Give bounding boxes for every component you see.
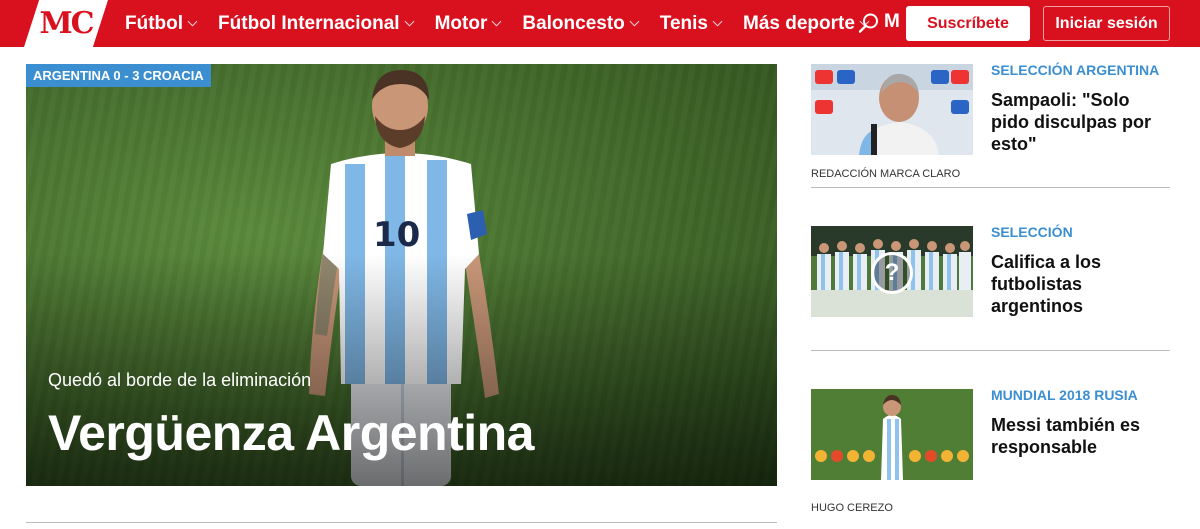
nav-item-tenis[interactable]: Tenis: [659, 12, 723, 35]
hero-category-tag[interactable]: ARGENTINA 0 - 3 CROACIA: [26, 64, 211, 87]
divider: [811, 350, 1170, 351]
sidebar-article-card[interactable]: SELECCIÓN ARGENTINA Sampaoli: "Solo pido…: [811, 62, 1171, 188]
article-kicker[interactable]: SELECCIÓN: [991, 224, 1073, 240]
chevron-down-icon: [404, 16, 415, 26]
nav-item-label: Fútbol: [125, 12, 184, 34]
divider: [811, 187, 1170, 188]
nav-item-baloncesto[interactable]: Baloncesto: [522, 12, 640, 35]
main-nav: Fútbol Fútbol Internacional Motor Balonc…: [125, 0, 890, 47]
logo-text: MC: [39, 6, 94, 41]
chevron-down-icon: [187, 16, 198, 26]
player-emoji-image: [811, 389, 973, 480]
divider: [26, 522, 777, 523]
sidebar-article-card[interactable]: ? SELECCIÓN Califica a los futbolistas a…: [811, 224, 1171, 352]
nav-item-motor[interactable]: Motor: [434, 12, 502, 35]
article-thumbnail[interactable]: ?: [811, 226, 973, 317]
press-conference-image: [811, 64, 973, 155]
question-mark-icon: ?: [871, 252, 913, 294]
nav-item-futbol[interactable]: Fútbol: [125, 12, 198, 35]
article-thumbnail[interactable]: [811, 389, 973, 480]
login-button[interactable]: Iniciar sesión: [1043, 6, 1170, 41]
nav-item-label: Motor: [434, 12, 488, 34]
hero-subtitle: Quedó al borde de la eliminación: [48, 370, 312, 390]
article-kicker[interactable]: MUNDIAL 2018 RUSIA: [991, 387, 1138, 403]
nav-item-label: Baloncesto: [522, 12, 625, 34]
article-headline[interactable]: Sampaoli: "Solo pido disculpas por esto": [991, 89, 1171, 155]
chevron-down-icon: [491, 16, 502, 26]
article-author: REDACCIÓN MARCA CLARO: [811, 168, 961, 180]
nav-item-label: Fútbol Internacional: [218, 12, 400, 34]
article-thumbnail[interactable]: [811, 64, 973, 155]
article-author: HUGO CEREZO: [811, 502, 893, 514]
sidebar-article-card[interactable]: MUNDIAL 2018 RUSIA Messi también es resp…: [811, 387, 1171, 519]
nav-item-clipped[interactable]: M: [884, 11, 902, 33]
chevron-down-icon: [712, 16, 723, 26]
article-headline[interactable]: Messi también es responsable: [991, 414, 1171, 458]
nav-item-label: Más deporte: [743, 12, 855, 34]
nav-item-futbol-internacional[interactable]: Fútbol Internacional: [218, 12, 415, 35]
search-icon[interactable]: [858, 12, 880, 34]
nav-item-label: Tenis: [659, 12, 708, 34]
article-headline[interactable]: Califica a los futbolistas argentinos: [991, 251, 1171, 317]
article-kicker[interactable]: SELECCIÓN ARGENTINA: [991, 62, 1159, 78]
site-logo[interactable]: MC: [24, 0, 108, 47]
chevron-down-icon: [629, 16, 640, 26]
hero-title[interactable]: Vergüenza Argentina: [48, 404, 534, 462]
nav-item-mas-deporte[interactable]: Más deporte: [743, 12, 870, 35]
top-navigation-bar: MC Fútbol Fútbol Internacional Motor Bal…: [0, 0, 1200, 47]
subscribe-button[interactable]: Suscríbete: [906, 6, 1030, 41]
